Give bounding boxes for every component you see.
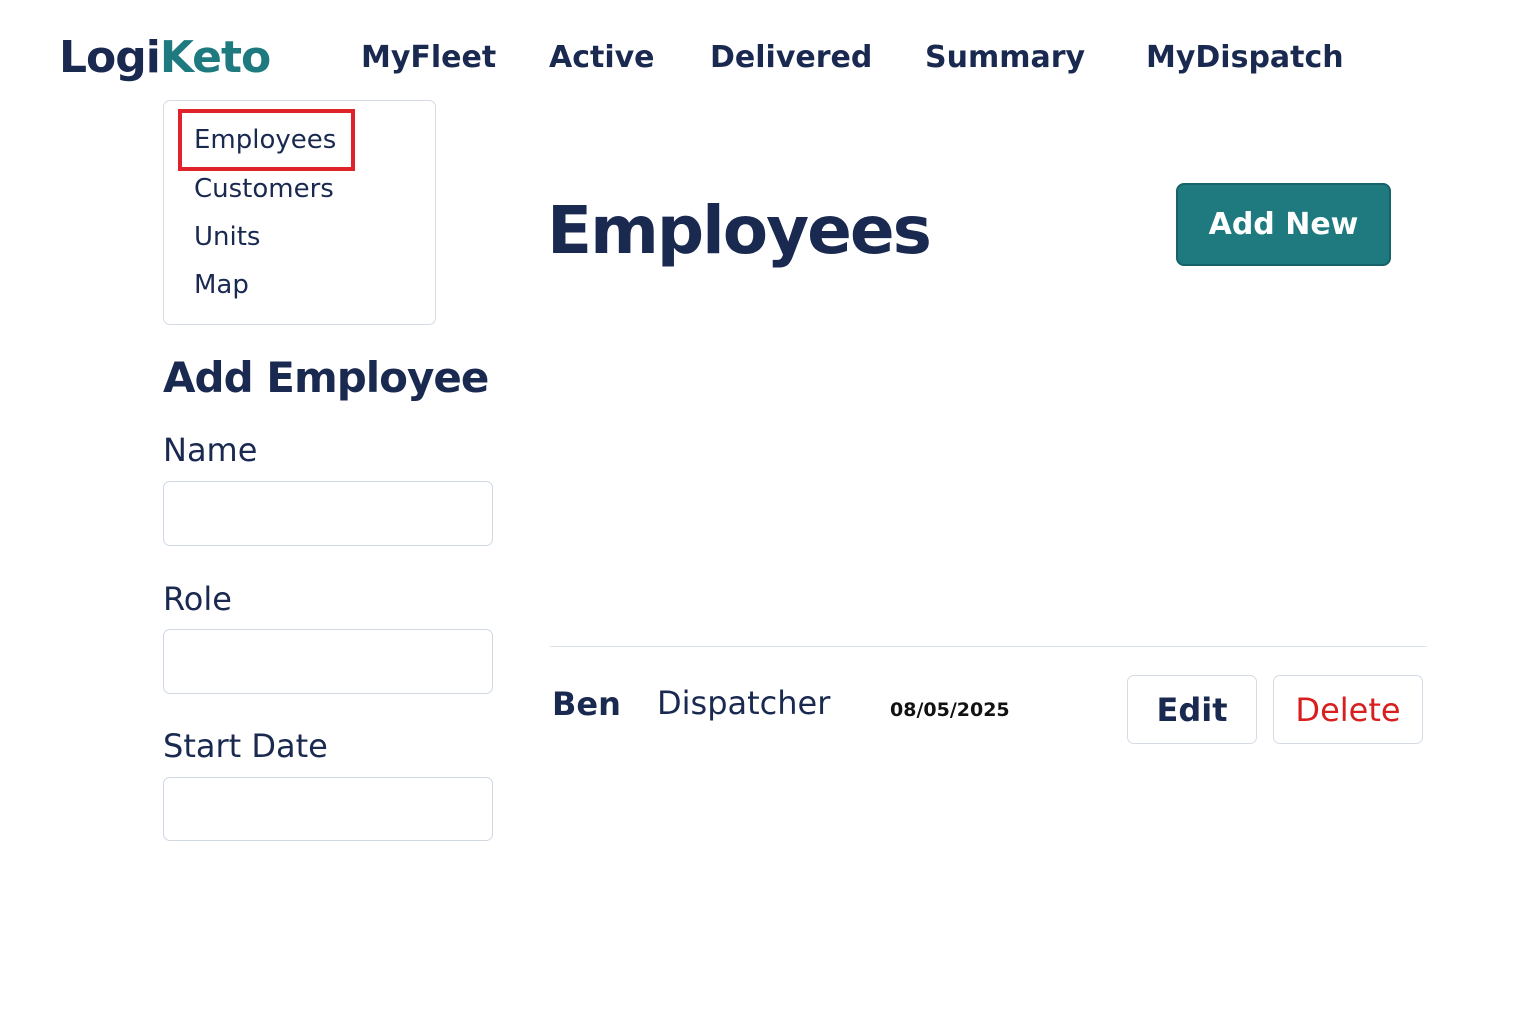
edit-button[interactable]: Edit [1127, 675, 1257, 744]
form-title: Add Employee [163, 353, 489, 402]
table-divider [550, 646, 1427, 647]
add-new-button[interactable]: Add New [1176, 183, 1391, 266]
name-input[interactable] [163, 481, 493, 546]
employee-name: Ben [552, 685, 621, 723]
menu-item-customers[interactable]: Customers [194, 172, 334, 206]
app-logo[interactable]: LogiKeto [59, 30, 271, 86]
highlight-outline [178, 109, 355, 171]
start-date-input[interactable] [163, 777, 493, 841]
employee-start-date: 08/05/2025 [890, 699, 1010, 721]
page: LogiKeto MyFleet Active Delivered Summar… [0, 0, 1536, 1024]
nav-summary[interactable]: Summary [925, 38, 1085, 78]
delete-button[interactable]: Delete [1273, 675, 1423, 744]
page-title: Employees [547, 192, 932, 269]
name-label: Name [163, 431, 258, 469]
menu-item-units[interactable]: Units [194, 220, 260, 254]
menu-item-map[interactable]: Map [194, 268, 249, 302]
role-input[interactable] [163, 629, 493, 694]
employee-role: Dispatcher [657, 684, 831, 722]
start-date-label: Start Date [163, 727, 328, 765]
nav-mydispatch[interactable]: MyDispatch [1146, 38, 1344, 78]
logo-text-accent: Keto [159, 32, 271, 83]
nav-myfleet[interactable]: MyFleet [361, 38, 496, 78]
logo-text-primary: Logi [59, 32, 161, 83]
nav-delivered[interactable]: Delivered [710, 38, 872, 78]
nav-active[interactable]: Active [549, 38, 655, 78]
role-label: Role [163, 580, 232, 618]
